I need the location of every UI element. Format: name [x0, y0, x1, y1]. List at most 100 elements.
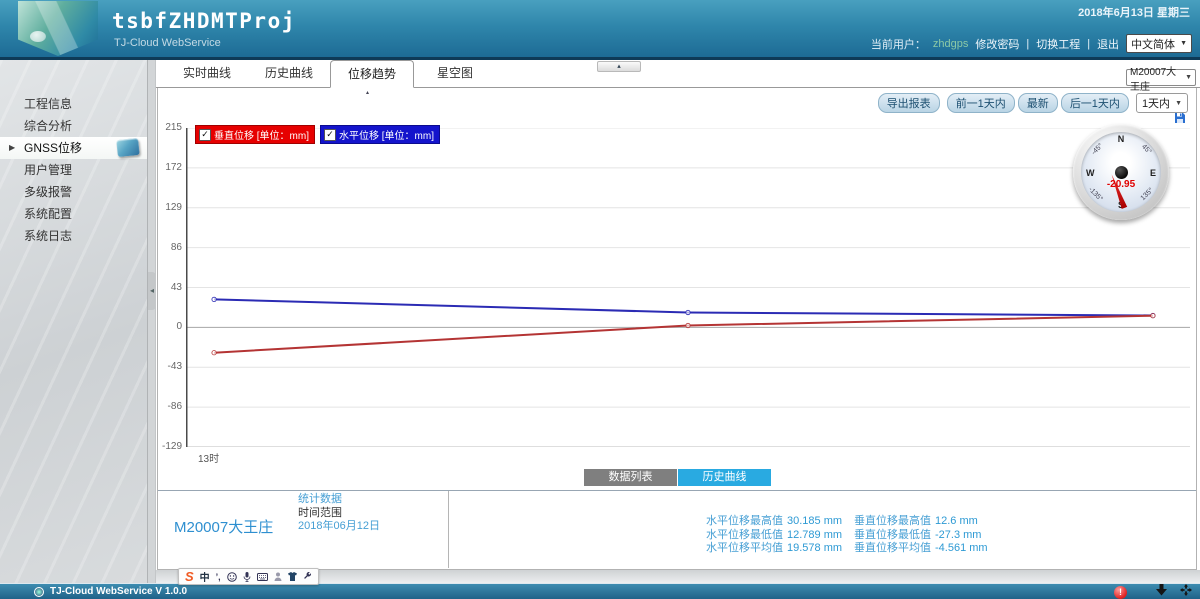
- compass-value: -20.95: [1073, 179, 1169, 190]
- app-header: tsbfZHDMTProj TJ-Cloud WebService 2018年6…: [0, 0, 1200, 60]
- chart-panel: 导出报表 前一1天内 最新 后一1天内 1天内 ▼ 215 172 129 86 43 0…: [157, 88, 1197, 570]
- time-range-label: 时间范围: [298, 507, 380, 521]
- current-user-label: 当前用户：: [871, 36, 926, 52]
- fullscreen-icon[interactable]: [1180, 583, 1192, 599]
- sidebar-collapse-handle[interactable]: ◂: [148, 272, 156, 310]
- gnss-displacement-icon: [116, 138, 140, 157]
- tab-displacement-trend[interactable]: 位移趋势: [330, 60, 414, 88]
- station-select[interactable]: M20007大王庄 ▼: [1126, 69, 1196, 86]
- sidebar-item-analysis[interactable]: 综合分析: [0, 115, 147, 137]
- next-day-button[interactable]: 后一1天内: [1061, 93, 1129, 113]
- footer-brand: TJ-Cloud WebService V 1.0.0: [34, 584, 187, 599]
- horizontal-stats-column: 水平位移最高值30.185 mm 水平位移最低值12.789 mm 水平位移平均…: [706, 515, 842, 556]
- y-axis-tick: -129: [158, 441, 182, 452]
- stats-summary-column: 统计数据 时间范围 2018年06月12日: [298, 493, 380, 534]
- sogou-logo-icon[interactable]: S: [185, 570, 194, 583]
- stats-vertical-divider: [448, 491, 449, 568]
- tab-strip: 实时曲线 历史曲线 位移趋势 星空图: [156, 60, 1200, 88]
- ime-language-icon[interactable]: 中: [200, 569, 210, 584]
- tab-skyplot[interactable]: 星空图: [414, 60, 496, 87]
- y-axis-tick: -86: [158, 401, 182, 412]
- change-password-link[interactable]: 修改密码: [975, 36, 1019, 52]
- sidebar-item-gnss-displacement[interactable]: ▶ GNSS位移: [0, 137, 147, 159]
- sidebar-item-project-info[interactable]: 工程信息: [0, 93, 147, 115]
- keyboard-icon[interactable]: [257, 573, 268, 581]
- y-axis-tick: 215: [158, 122, 182, 133]
- emoji-icon[interactable]: [227, 572, 237, 582]
- chevron-down-icon: ▼: [1175, 100, 1182, 107]
- collapse-header-button[interactable]: ▴: [597, 61, 641, 72]
- direction-compass-gauge: N S W E -45° 45° 135° -135° -20.95: [1073, 124, 1169, 220]
- y-axis-tick: 43: [158, 282, 182, 293]
- legend-vertical-displacement[interactable]: ✓ 垂直位移 [单位：mm]: [195, 125, 315, 144]
- switch-project-link[interactable]: 切换工程: [1036, 36, 1080, 52]
- divider: |: [1087, 38, 1090, 50]
- username: zhdgps: [933, 38, 968, 50]
- footer-icons: !: [1114, 585, 1192, 599]
- latest-button[interactable]: 最新: [1018, 93, 1058, 113]
- tab-realtime-curve[interactable]: 实时曲线: [166, 60, 248, 87]
- stat-row: 水平位移最高值30.185 mm: [706, 515, 842, 529]
- checkbox-checked-icon[interactable]: ✓: [324, 129, 336, 141]
- chevron-down-icon: ▼: [1180, 40, 1187, 47]
- chart-canvas: [186, 128, 1190, 447]
- ime-punctuation-icon[interactable]: ’,: [216, 572, 221, 582]
- y-axis-tick: 129: [158, 202, 182, 213]
- data-list-button[interactable]: 数据列表: [584, 469, 677, 486]
- brand-logo-icon: [34, 587, 44, 597]
- sidebar-splitter[interactable]: ◂: [147, 60, 156, 583]
- wrench-icon[interactable]: [303, 572, 312, 581]
- status-bar: TJ-Cloud WebService V 1.0.0 !: [0, 583, 1200, 599]
- satellite-dome-image: [30, 31, 46, 42]
- chart-toolbar: 导出报表 前一1天内 最新 后一1天内 1天内 ▼: [878, 93, 1188, 113]
- compass-north-label: N: [1073, 134, 1169, 144]
- current-date: 2018年6月13日 星期三: [1078, 4, 1190, 20]
- logout-link[interactable]: 退出: [1097, 36, 1119, 52]
- product-subtitle: TJ-Cloud WebService: [114, 37, 221, 49]
- tab-history-curve[interactable]: 历史曲线: [248, 60, 330, 87]
- ime-toolbar: S 中 ’,: [178, 568, 319, 585]
- stat-row: 水平位移平均值19.578 mm: [706, 542, 842, 556]
- legend-horizontal-displacement[interactable]: ✓ 水平位移 [单位：mm]: [320, 125, 440, 144]
- user-bar: 当前用户： zhdgps 修改密码 | 切换工程 | 退出 中文简体 ▼: [871, 34, 1192, 53]
- vertical-stats-column: 垂直位移最高值12.6 mm 垂直位移最低值-27.3 mm 垂直位移平均值-4…: [854, 515, 988, 556]
- language-select[interactable]: 中文简体 ▼: [1126, 34, 1192, 53]
- microphone-icon[interactable]: [243, 572, 251, 582]
- active-arrow-icon: ▶: [9, 137, 15, 159]
- stats-separator: [158, 490, 1196, 491]
- sidebar-item-system-config[interactable]: 系统配置: [0, 203, 147, 225]
- skin-shirt-icon[interactable]: [288, 572, 297, 581]
- sidebar-item-system-log[interactable]: 系统日志: [0, 225, 147, 247]
- y-axis-tick: -43: [158, 361, 182, 372]
- alert-icon[interactable]: !: [1114, 586, 1127, 599]
- save-chart-icon[interactable]: [1174, 111, 1186, 129]
- person-icon[interactable]: [274, 572, 282, 581]
- stat-row: 垂直位移最低值-27.3 mm: [854, 529, 988, 543]
- sidebar: 工程信息 综合分析 ▶ GNSS位移 用户管理 多级报警 系统配置 系统日志: [0, 60, 147, 583]
- stat-row: 垂直位移平均值-4.561 mm: [854, 542, 988, 556]
- export-report-button[interactable]: 导出报表: [878, 93, 940, 113]
- sidebar-item-user-management[interactable]: 用户管理: [0, 159, 147, 181]
- y-axis-tick: 86: [158, 242, 182, 253]
- time-range-value: 2018年06月12日: [298, 520, 380, 534]
- checkbox-checked-icon[interactable]: ✓: [199, 129, 211, 141]
- chart-legend: ✓ 垂直位移 [单位：mm] ✓ 水平位移 [单位：mm]: [195, 125, 440, 144]
- compass-east-label: E: [1150, 168, 1156, 178]
- y-axis-tick: 172: [158, 162, 182, 173]
- x-axis-tick: 13时: [198, 450, 219, 465]
- history-curve-button[interactable]: 历史曲线: [678, 469, 771, 486]
- y-axis-tick: 0: [158, 321, 182, 332]
- project-logo: [18, 1, 98, 56]
- stat-row: 水平位移最低值12.789 mm: [706, 529, 842, 543]
- time-range-select[interactable]: 1天内 ▼: [1136, 93, 1188, 113]
- sidebar-item-alarm[interactable]: 多级报警: [0, 181, 147, 203]
- download-icon[interactable]: [1155, 583, 1168, 599]
- project-title: tsbfZHDMTProj: [112, 9, 296, 33]
- stats-title: 统计数据: [298, 493, 380, 507]
- compass-west-label: W: [1086, 168, 1095, 178]
- app-window: tsbfZHDMTProj TJ-Cloud WebService 2018年6…: [0, 0, 1200, 599]
- stat-row: 垂直位移最高值12.6 mm: [854, 515, 988, 529]
- time-nav-group: 前一1天内 最新 后一1天内: [947, 93, 1129, 113]
- compass-hub: [1115, 166, 1128, 179]
- prev-day-button[interactable]: 前一1天内: [947, 93, 1015, 113]
